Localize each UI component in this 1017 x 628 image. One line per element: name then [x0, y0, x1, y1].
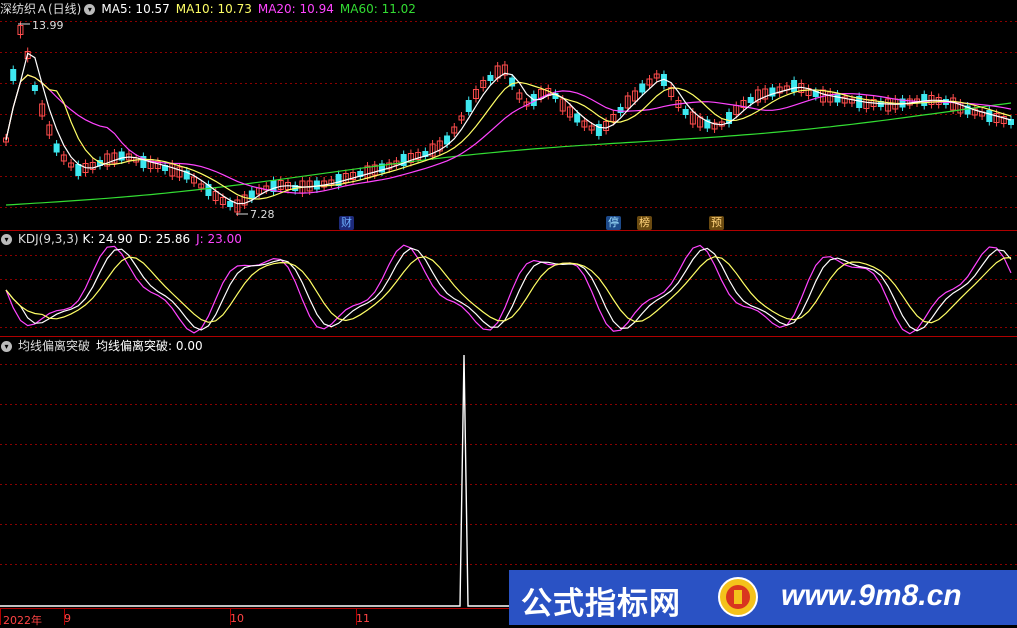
candle-body	[791, 80, 798, 92]
candle-body	[1008, 119, 1014, 125]
watermark-url: www.9m8.cn	[781, 579, 962, 612]
candle-body	[682, 109, 689, 115]
low-price-label: 7.28	[250, 208, 275, 221]
candle-body	[747, 97, 754, 103]
candle-body	[248, 190, 255, 200]
indicator-line	[0, 354, 1017, 607]
candle-body	[921, 94, 928, 106]
badge-finance[interactable]: 财	[339, 216, 354, 230]
badge-ranking[interactable]: 榜	[637, 216, 652, 230]
candle-body	[10, 69, 17, 81]
candle-body	[487, 75, 494, 81]
ma10-line	[5, 74, 1012, 200]
high-price-label: 13.99	[32, 19, 64, 32]
candle-body	[465, 100, 472, 112]
ma60-line	[5, 102, 1012, 206]
x-axis-label: 11	[356, 612, 370, 625]
badge-forecast[interactable]: 预	[709, 216, 724, 230]
x-axis-label: 9	[64, 612, 71, 625]
candle-body	[31, 85, 38, 91]
ma20-line	[5, 74, 1012, 194]
candle-body	[53, 143, 60, 153]
candle-body	[444, 135, 451, 145]
candle-body	[986, 110, 993, 122]
candle-body	[75, 164, 82, 176]
kdj-j-line	[5, 244, 1012, 335]
candle-body	[639, 83, 646, 93]
candle-body	[834, 93, 841, 103]
ma5-line	[5, 52, 1012, 205]
coin-logo-icon	[718, 577, 758, 617]
x-axis-label: 2022年	[3, 614, 42, 627]
candle-body	[574, 113, 581, 123]
badge-suspend[interactable]: 停	[606, 216, 621, 230]
candle-body	[227, 201, 234, 207]
watermark-title: 公式指标网	[521, 586, 681, 622]
candle-body	[313, 180, 320, 190]
x-axis-label: 10	[230, 612, 244, 625]
watermark-banner: 公式指标网 www.9m8.cn	[509, 570, 1017, 625]
stock-chart[interactable]	[0, 0, 1017, 625]
